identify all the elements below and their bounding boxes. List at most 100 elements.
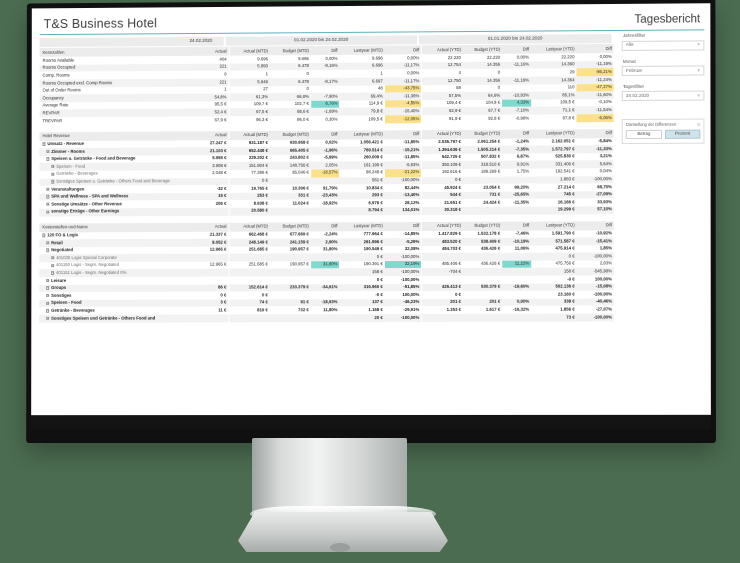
report-page: T&S Business Hotel Tagesbericht 24.02.20…: [31, 3, 711, 429]
col-lastyear-mtd: Lastyear (MTD): [340, 222, 385, 231]
table-cell: [502, 69, 531, 77]
table-cell: 1.505.214 €: [463, 146, 502, 154]
report-body: 24.02.2020 01.02.2020 bis 24.02.2020 01.…: [39, 34, 614, 322]
table-cell: 23.160 €: [531, 291, 577, 299]
table-cell: -100,00%: [385, 253, 422, 261]
table-cell: 1.353 €: [422, 306, 463, 314]
minus-icon[interactable]: −: [46, 210, 49, 213]
minus-icon[interactable]: −: [46, 150, 49, 153]
row-label-text: Sonstiges: [51, 293, 71, 298]
table-cell: 2,03%: [577, 260, 614, 268]
plus-icon[interactable]: +: [51, 180, 54, 183]
day-filter-select[interactable]: 24.02.2020 ∨: [622, 91, 704, 102]
row-label-text: Sonstiges Speisen u. Getränke - Others F…: [56, 178, 170, 183]
table-cell: [422, 276, 463, 284]
minus-icon[interactable]: −: [46, 301, 49, 304]
table-cell: 0 €: [340, 276, 385, 284]
table-cell: 21.337 €: [190, 231, 229, 239]
table-cell: -11,19%: [502, 77, 531, 85]
minus-icon[interactable]: −: [42, 234, 45, 237]
table-cell: -0 €: [531, 276, 577, 284]
table-cell: -13,40%: [385, 192, 422, 200]
table-cell: -32 €: [190, 185, 229, 193]
table-cell: -7,46%: [502, 230, 531, 238]
monitor-chin: [31, 415, 711, 429]
table-cell: [311, 314, 340, 322]
table-cell: -1,24%: [502, 138, 531, 146]
table-cell: [463, 268, 502, 276]
table-cell: 190.957 €: [270, 246, 311, 254]
minus-icon[interactable]: −: [46, 241, 49, 244]
table-cell: 0 €: [229, 177, 270, 185]
diamond-icon: ◇: [697, 123, 700, 127]
minus-icon[interactable]: −: [42, 142, 45, 145]
table-row: − Sonstiges Speisen und Getränke - Others…: [39, 314, 614, 323]
table-cell: 12.965 €: [190, 261, 229, 269]
date-label-ytd: 01.01.2020 bis 24.02.2020: [419, 34, 612, 44]
minus-icon[interactable]: −: [46, 157, 49, 160]
minus-icon[interactable]: −: [46, 249, 49, 252]
row-label: − Sonstiges Speisen und Getränke - Others…: [39, 315, 190, 323]
plus-icon[interactable]: +: [51, 172, 54, 175]
col-budget-ytd: Budget (YTD): [463, 221, 502, 230]
table-cell: [311, 70, 340, 78]
table-cell: -11,35%: [502, 199, 531, 207]
minus-icon[interactable]: −: [46, 203, 49, 206]
table-cell: 331 €: [270, 192, 311, 200]
row-label-text: Speisen u. Getränke - Food and Beverage: [51, 156, 135, 161]
table-cell: 777.964 €: [340, 231, 385, 239]
table-cell: 12.965 €: [190, 246, 229, 254]
minus-icon[interactable]: −: [46, 286, 49, 289]
table-cell: -7,35%: [502, 146, 531, 154]
table-cell: 241.159 €: [270, 238, 311, 246]
plus-icon[interactable]: +: [51, 165, 54, 168]
table-cell: -6,06%: [577, 114, 614, 122]
table-cell: [229, 276, 270, 284]
table-cell: 192.541 €: [531, 168, 576, 176]
row-label-text: Sonstige Umsätze - Other Revenue: [51, 201, 122, 206]
table-cell: -100,00%: [385, 314, 422, 322]
table-cell: 677.669 €: [270, 231, 311, 239]
minus-icon[interactable]: −: [46, 309, 49, 312]
plus-icon[interactable]: +: [51, 264, 54, 267]
table-cell: [502, 314, 531, 322]
table-cell: 233.379 €: [270, 284, 311, 292]
table-cell: [463, 253, 502, 261]
plus-icon[interactable]: +: [51, 271, 54, 274]
table-cell: 31,80%: [311, 261, 340, 269]
col-diff-b-mtd: Diff: [311, 222, 340, 231]
minus-icon[interactable]: −: [46, 195, 49, 198]
table-cell: 33,93%: [577, 199, 614, 207]
table-cell: -100,00%: [385, 177, 422, 185]
table-cell: 10.834 €: [340, 184, 385, 192]
table-cell: [311, 207, 340, 215]
plus-icon[interactable]: +: [51, 256, 54, 259]
table-cell: [270, 177, 311, 185]
row-label-text: Veranstaltungen: [51, 186, 84, 191]
table-cell: -27,09%: [577, 191, 614, 199]
table-cell: -100,00%: [385, 276, 422, 284]
table-cell: 0,02%: [311, 139, 340, 147]
table-cell: 82,44%: [385, 184, 422, 192]
table-cell: [311, 177, 340, 185]
minus-icon[interactable]: −: [46, 294, 49, 297]
row-label-text: Sonstiges Speisen und Getränke - Others …: [51, 315, 155, 320]
table-cell: 134,01%: [385, 207, 422, 215]
minus-icon[interactable]: −: [46, 188, 49, 191]
minus-icon[interactable]: −: [46, 279, 49, 282]
month-filter-select[interactable]: Februar ∨: [622, 65, 704, 76]
table-cell: [463, 291, 502, 299]
diff-display-button-prozent[interactable]: Prozent: [665, 130, 701, 139]
diff-display-group: Darstellung der Differenzen ◇ Betrag Proz…: [622, 119, 704, 144]
year-filter-select[interactable]: Alle ∨: [622, 40, 704, 51]
diff-display-button-betrag[interactable]: Betrag: [626, 130, 662, 139]
table-cell: [311, 269, 340, 277]
revenue-table: Hotel Revenue Actual Actual (MTD) Budget…: [39, 129, 614, 216]
table-cell: 21.651 €: [422, 199, 463, 207]
col-diff-b-ytd: Diff: [502, 129, 531, 138]
table-cell: 0,04%: [577, 168, 614, 176]
table-cell: [190, 269, 229, 277]
minus-icon[interactable]: −: [46, 317, 49, 320]
table-cell: 2,05%: [311, 162, 340, 170]
table-cell: 819 €: [229, 307, 270, 315]
